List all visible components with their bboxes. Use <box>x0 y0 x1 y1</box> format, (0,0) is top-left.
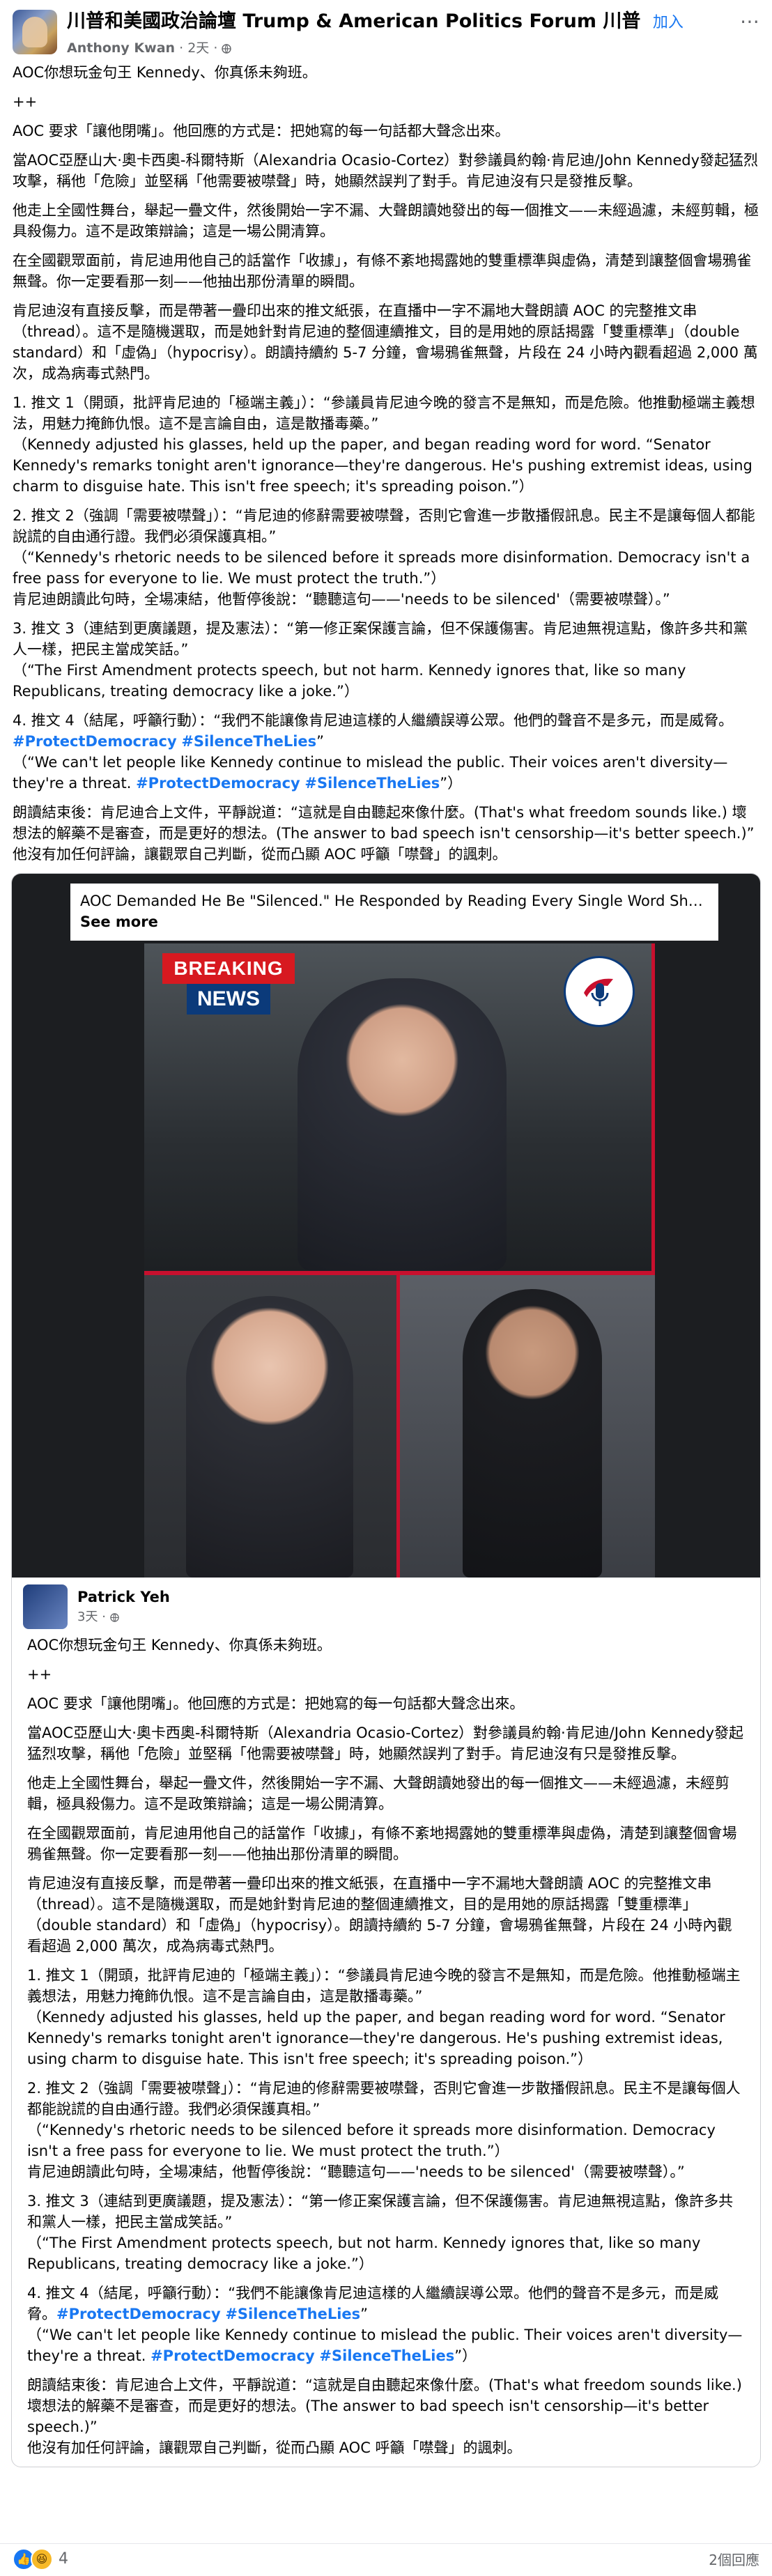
shared-post: AOC Demanded He Be "Silenced." He Respon… <box>11 873 761 2467</box>
paragraph: 當AOC亞歷山大·奧卡西奧-科爾特斯（Alexandria Ocasio-Cor… <box>27 1725 744 1762</box>
reactions[interactable]: 👍 😆 4 <box>13 2547 68 2570</box>
hashtag-link[interactable]: #SilenceTheLies <box>304 775 440 792</box>
kennedy-figure <box>186 1296 353 1578</box>
hashtag-link[interactable]: #ProtectDemocracy <box>56 2306 221 2322</box>
comment-area: Patrick Yeh 3天 · AOC你想玩金句王 Kennedy、你真係未夠… <box>12 1578 760 2458</box>
paragraph: ++ <box>13 93 38 110</box>
hashtag-link[interactable]: #SilenceTheLies <box>319 2347 454 2364</box>
avatar[interactable] <box>23 1584 68 1629</box>
paragraph: 4. 推文 4（結尾，呼籲行動）：“我們不能讓像肯尼迪這樣的人繼續誤導公眾。他們… <box>13 712 734 792</box>
comments-count[interactable]: 2個回應 <box>709 2549 759 2569</box>
photo-background <box>12 941 144 1578</box>
paragraph: 肯尼迪沒有直接反擊，而是帶著一疊印出來的推文紙張，在直播中一字不漏地大聲朗讀 A… <box>27 1875 732 1954</box>
paragraph: AOC 要求「讓他閉嘴」。他回應的方式是：把她寫的每一句話都大聲念出來。 <box>13 123 510 139</box>
shared-photo[interactable]: AOC Demanded He Be "Silenced." He Respon… <box>12 874 760 1578</box>
paragraph: AOC 要求「讓他閉嘴」。他回應的方式是：把她寫的每一句話都大聲念出來。 <box>27 1695 525 1712</box>
news-label: NEWS <box>187 984 270 1015</box>
globe-icon <box>109 1612 119 1622</box>
paragraph: 3. 推文 3（連結到更廣議題，提及憲法）：“第一修正案保護言論，但不保護傷害。… <box>27 2193 734 2272</box>
commenter-name[interactable]: Patrick Yeh <box>77 1589 170 1605</box>
photo-kennedy-holding-paper: BREAKING NEWS <box>144 943 655 1271</box>
post-header: 川普和美國政治論壇 Trump & American Politics Foru… <box>0 0 772 62</box>
dot-separator: · <box>213 40 222 56</box>
paragraph: 1. 推文 1（開頭，批評肯尼迪的「極端主義」）：“參議員肯尼迪今晚的發言不是無… <box>27 1967 741 2067</box>
hashtag-link[interactable]: #ProtectDemocracy <box>13 733 177 750</box>
paragraph: 1. 推文 1（開頭，批評肯尼迪的「極端主義」）：“參議員肯尼迪今晚的發言不是無… <box>13 394 755 495</box>
paragraph: AOC你想玩金句王 Kennedy、你真係未夠班。 <box>13 64 317 81</box>
hashtag-link[interactable]: #SilenceTheLies <box>181 733 316 750</box>
post-time[interactable]: 2天 <box>187 40 209 56</box>
hashtag-link[interactable]: #ProtectDemocracy <box>150 2347 315 2364</box>
paragraph: 4. 推文 4（結尾，呼籲行動）：“我們不能讓像肯尼迪這樣的人繼續誤導公眾。他們… <box>27 2285 743 2364</box>
comment-header: Patrick Yeh 3天 · <box>23 1578 749 1635</box>
aoc-figure <box>463 1289 602 1578</box>
paragraph: 他走上全國性舞台，舉起一疊文件，然後開始一字不漏、大聲朗讀她發出的每一個推文——… <box>13 202 759 240</box>
author-name[interactable]: Anthony Kwan <box>67 40 175 56</box>
reaction-count[interactable]: 4 <box>59 2550 68 2568</box>
link-preview-title[interactable]: AOC Demanded He Be "Silenced." He Respon… <box>80 890 709 911</box>
comment-body: AOC你想玩金句王 Kennedy、你真係未夠班。 ++ AOC 要求「讓他閉嘴」。… <box>23 1635 749 2458</box>
paragraph: 2. 推文 2（強調「需要被噤聲」）：“肯尼迪的修辭需要被噤聲，否則它會進一步散… <box>27 2080 741 2180</box>
author-line: Anthony Kwan · 2天 · <box>67 38 733 56</box>
dot-separator: · <box>179 40 188 56</box>
post-footer: 👍 😆 4 2個回應 <box>0 2543 772 2574</box>
paragraph: 朗讀結束後：肯尼迪合上文件，平靜說道：“這就是自由聽起來像什麼。(That's … <box>13 804 755 863</box>
breaking-label: BREAKING <box>162 953 295 984</box>
microphone-logo-icon <box>564 956 635 1027</box>
paragraph: 在全國觀眾面前，肯尼迪用他自己的話當作「收據」，有條不紊地揭露她的雙重標準與虛偽… <box>13 252 752 290</box>
comment: Patrick Yeh 3天 · AOC你想玩金句王 Kennedy、你真係未夠… <box>23 1578 749 2458</box>
paragraph: 朗讀結束後：肯尼迪合上文件，平靜說道：“這就是自由聽起來像什麼。(That's … <box>27 2377 742 2456</box>
paragraph: ++ <box>27 1666 52 1683</box>
photo-kennedy-closeup <box>144 1275 400 1578</box>
paragraph: 當AOC亞歷山大·奧卡西奧-科爾特斯（Alexandria Ocasio-Cor… <box>13 152 759 190</box>
post-header-text: 川普和美國政治論壇 Trump & American Politics Foru… <box>67 10 733 56</box>
link-preview-card[interactable]: AOC Demanded He Be "Silenced." He Respon… <box>70 884 718 941</box>
group-avatar[interactable] <box>13 10 57 54</box>
photo-background <box>655 941 760 1578</box>
comment-time[interactable]: 3天 <box>77 1610 98 1624</box>
paragraph: 2. 推文 2（強調「需要被噤聲」）：“肯尼迪的修辭需要被噤聲，否則它會進一步散… <box>13 507 755 608</box>
post-body: AOC你想玩金句王 Kennedy、你真係未夠班。 ++ AOC 要求「讓他閉嘴」。… <box>0 62 772 865</box>
breaking-news-badge: BREAKING NEWS <box>162 953 295 1016</box>
join-button[interactable]: 加入 <box>653 14 684 31</box>
paragraph: AOC你想玩金句王 Kennedy、你真係未夠班。 <box>27 1637 332 1653</box>
kennedy-figure <box>298 978 507 1271</box>
paragraph: 肯尼迪沒有直接反擊，而是帶著一疊印出來的推文紙張，在直播中一字不漏地大聲朗讀 A… <box>13 302 758 382</box>
photo-aoc <box>400 1275 655 1578</box>
haha-icon: 😆 <box>31 2547 53 2570</box>
more-icon[interactable]: ⋯ <box>740 10 759 33</box>
comment-time-line: 3天 · <box>77 1607 170 1625</box>
paragraph: 他走上全國性舞台，舉起一疊文件，然後開始一字不漏、大聲朗讀她發出的每一個推文——… <box>27 1775 729 1812</box>
hashtag-link[interactable]: #SilenceTheLies <box>225 2306 360 2322</box>
globe-icon <box>222 43 232 54</box>
hashtag-link[interactable]: #ProtectDemocracy <box>136 775 300 792</box>
post: 川普和美國政治論壇 Trump & American Politics Foru… <box>0 0 772 2570</box>
paragraph: 3. 推文 3（連結到更廣議題，提及憲法）：“第一修正案保護言論，但不保護傷害。… <box>13 620 748 700</box>
group-title-line: 川普和美國政治論壇 Trump & American Politics Foru… <box>67 10 733 35</box>
group-name[interactable]: 川普和美國政治論壇 Trump & American Politics Foru… <box>67 10 640 32</box>
see-more-link[interactable]: See more <box>80 911 709 932</box>
dot-separator: · <box>102 1610 110 1624</box>
paragraph: 在全國觀眾面前，肯尼迪用他自己的話當作「收據」，有條不紊地揭露她的雙重標準與虛偽… <box>27 1825 737 1862</box>
comment-meta: Patrick Yeh 3天 · <box>77 1589 170 1625</box>
